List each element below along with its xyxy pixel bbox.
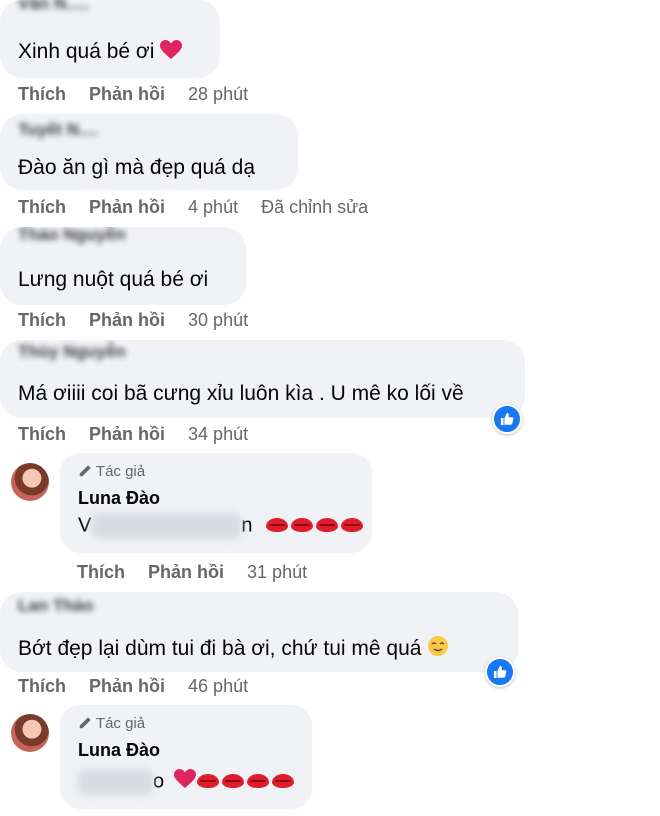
pencil-icon: [78, 715, 96, 732]
timestamp[interactable]: 30 phút: [188, 310, 248, 331]
thumbs-up-icon[interactable]: [485, 657, 515, 687]
comment-bubble: Văn N..... Xinh quá bé ơi: [0, 0, 220, 78]
pencil-icon: [78, 463, 96, 480]
author-tag-label: Tác giả: [95, 715, 146, 732]
avatar[interactable]: [11, 714, 49, 752]
comment-text: Bớt đẹp lại dùm tui đi bà ơi, chứ tui mê…: [18, 637, 422, 660]
like-link[interactable]: Thích: [18, 424, 66, 445]
kiss-mark-emoji-icon: [221, 774, 244, 789]
reply-link[interactable]: Phản hồi: [89, 676, 165, 697]
reply-link[interactable]: Phản hồi: [89, 310, 165, 331]
author-name[interactable]: Luna Đào: [78, 488, 160, 509]
reply-text-suffix: n: [241, 514, 253, 537]
comment-actions: Thích Phản hồi 28 phút: [18, 84, 266, 105]
reply-link[interactable]: Phản hồi: [89, 424, 165, 445]
timestamp[interactable]: 34 phút: [188, 424, 248, 445]
reply-link[interactable]: Phản hồi: [89, 84, 165, 105]
comment-bubble: Thùy Nguyễn Má ơiiii coi bã cưng xỉu luô…: [0, 340, 525, 418]
kiss-mark-emoji-icon: [266, 518, 289, 533]
kiss-mark-emoji-icon: [271, 774, 294, 789]
kiss-mark-emoji-icon: [291, 518, 314, 533]
reply-bubble: Tác giả Luna Đào Vn: [60, 453, 372, 553]
kiss-mark-emoji-icon: [341, 518, 364, 533]
like-link[interactable]: Thích: [77, 562, 125, 583]
reply-link[interactable]: Phản hồi: [148, 562, 224, 583]
reply-link[interactable]: Phản hồi: [89, 197, 165, 218]
thumbs-up-icon[interactable]: [492, 404, 522, 434]
kiss-mark-emoji-icon: [246, 774, 269, 789]
timestamp[interactable]: 31 phút: [247, 562, 307, 583]
like-link[interactable]: Thích: [18, 676, 66, 697]
like-link[interactable]: Thích: [18, 310, 66, 331]
comment-bubble: Thảo Nguyễn Lưng nuột quá bé ơi: [0, 227, 246, 305]
author-name[interactable]: Luna Đào: [78, 740, 160, 761]
commenter-name-blurred: Văn N.....: [18, 0, 90, 13]
comment-text: Lưng nuột quá bé ơi: [18, 268, 209, 291]
blurred-text: [78, 769, 153, 795]
kiss-mark-emoji-icon: [196, 774, 219, 789]
timestamp[interactable]: 4 phút: [188, 197, 238, 218]
reply-text-suffix: o: [153, 770, 165, 793]
comment-text: Má ơiiii coi bã cưng xỉu luôn kìa . U mê…: [18, 382, 464, 405]
relieved-face-emoji-icon: [427, 635, 449, 663]
edited-label[interactable]: Đã chỉnh sửa: [261, 197, 368, 218]
kiss-mark-emoji-icon: [316, 518, 339, 533]
timestamp[interactable]: 28 phút: [188, 84, 248, 105]
timestamp[interactable]: 46 phút: [188, 676, 248, 697]
reply-actions: Thích Phản hồi 31 phút: [77, 562, 325, 583]
red-heart-emoji-icon: [173, 769, 196, 789]
commenter-name-blurred: Tuyết N....: [18, 120, 98, 139]
like-link[interactable]: Thích: [18, 197, 66, 218]
commenter-name-blurred: Thảo Nguyễn: [18, 227, 126, 244]
comment-text: Xinh quá bé ơi: [18, 40, 155, 63]
reply-text-prefix: V: [78, 514, 92, 537]
commenter-name-blurred: Thùy Nguyễn: [18, 342, 126, 361]
comment-bubble: Lan Thảo Bớt đẹp lại dùm tui đi bà ơi, c…: [0, 592, 518, 672]
blurred-text: [91, 513, 242, 539]
commenter-name-blurred: Lan Thảo: [18, 596, 94, 615]
avatar[interactable]: [11, 463, 49, 501]
comment-bubble: Tuyết N.... Đào ăn gì mà đẹp quá dạ: [0, 114, 298, 190]
like-link[interactable]: Thích: [18, 84, 66, 105]
reply-bubble: Tác giả Luna Đào o: [60, 705, 312, 809]
comment-text: Đào ăn gì mà đẹp quá dạ: [18, 156, 256, 179]
red-heart-emoji-icon: [160, 40, 183, 59]
comment-actions: Thích Phản hồi 4 phút Đã chỉnh sửa: [18, 197, 386, 218]
author-tag-label: Tác giả: [95, 463, 146, 480]
comment-actions: Thích Phản hồi 34 phút: [18, 424, 266, 445]
comment-actions: Thích Phản hồi 46 phút: [18, 676, 266, 697]
comment-actions: Thích Phản hồi 30 phút: [18, 310, 266, 331]
